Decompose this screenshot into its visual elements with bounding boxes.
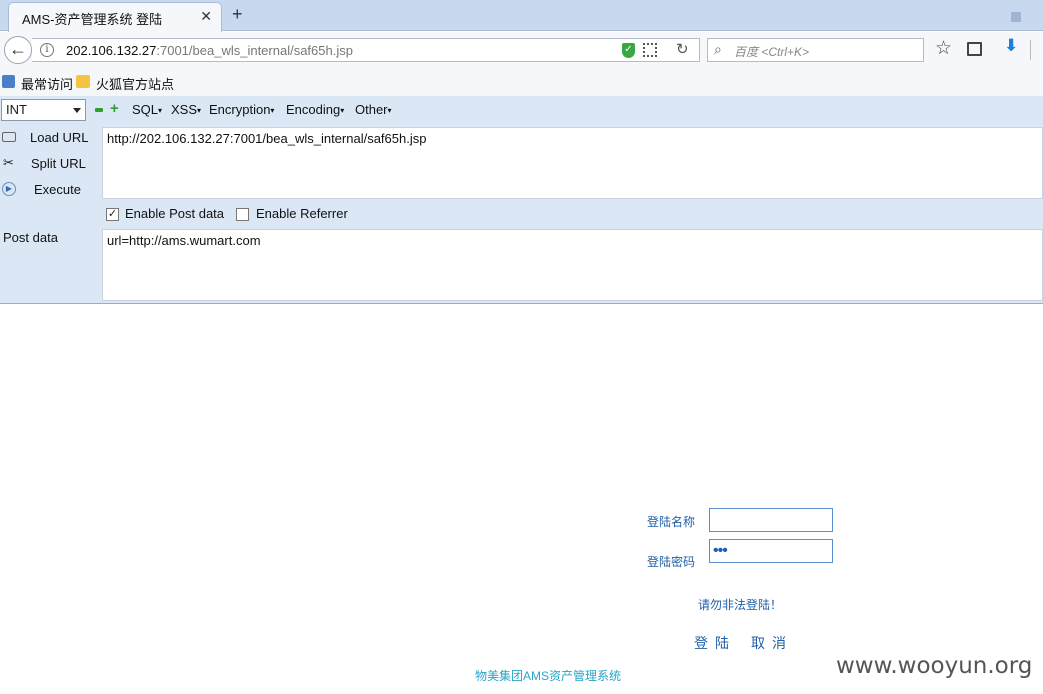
folder-icon: [76, 75, 90, 88]
url-bar[interactable]: i 202.106.132.27:7001/bea_wls_internal/s…: [32, 38, 700, 62]
tab-active[interactable]: AMS-资产管理系统 登陆 ✕: [8, 2, 222, 32]
load-url-icon: [2, 132, 16, 142]
password-input[interactable]: •••: [709, 539, 833, 563]
password-label: 登陆密码: [647, 555, 696, 569]
menu-encoding[interactable]: Encoding▾: [286, 102, 344, 117]
menu-other[interactable]: Other▾: [355, 102, 392, 117]
username-label: 登陆名称: [647, 515, 696, 529]
caret-down-icon: ▾: [270, 106, 275, 116]
menu-label: Other: [355, 102, 388, 117]
hackbar-toolbar: INT + SQL▾ XSS▾ Encryption▾ Encoding▾ Ot…: [0, 96, 1043, 126]
url-text[interactable]: 202.106.132.27:7001/bea_wls_internal/saf…: [66, 43, 353, 58]
bookmark-most-visited[interactable]: 最常访问: [21, 74, 73, 93]
caret-down-icon: ▾: [197, 106, 202, 116]
scissors-icon: ✂: [3, 155, 14, 170]
new-tab-icon[interactable]: +: [232, 4, 243, 24]
post-data-label: Post data: [3, 230, 58, 245]
minus-icon[interactable]: [95, 108, 103, 112]
window-control-icon[interactable]: [1011, 12, 1021, 22]
qr-code-icon[interactable]: [643, 43, 657, 57]
watermark: www.wooyun.org: [836, 653, 1033, 679]
menu-xss[interactable]: XSS▾: [171, 102, 201, 117]
navigation-bar: i 202.106.132.27:7001/bea_wls_internal/s…: [0, 32, 1043, 68]
tab-title: AMS-资产管理系统 登陆: [22, 12, 163, 27]
menu-sql[interactable]: SQL▾: [132, 102, 162, 117]
reload-icon[interactable]: ↻: [676, 40, 689, 58]
post-data-textarea[interactable]: url=http://ams.wumart.com: [102, 229, 1043, 301]
footer-text: 物美集团AMS资产管理系统: [475, 669, 622, 683]
toolbar-divider: [1030, 40, 1031, 60]
caret-down-icon: ▾: [158, 106, 163, 116]
bookmark-star-icon[interactable]: ☆: [935, 37, 952, 60]
username-input[interactable]: [709, 508, 833, 532]
menu-label: SQL: [132, 102, 159, 117]
enable-post-label[interactable]: Enable Post data: [125, 206, 224, 221]
info-icon[interactable]: i: [40, 43, 54, 57]
int-select-value: INT: [6, 102, 27, 117]
caret-down-icon: ▾: [387, 106, 392, 116]
int-select[interactable]: INT: [1, 99, 86, 121]
url-path: :7001/bea_wls_internal/saf65h.jsp: [156, 43, 353, 58]
menu-encryption[interactable]: Encryption▾: [209, 102, 274, 117]
tab-strip: AMS-资产管理系统 登陆 ✕ +: [0, 0, 1043, 32]
caret-down-icon: ▾: [340, 106, 345, 116]
search-input[interactable]: ⌕ 百度 <Ctrl+K>: [707, 38, 924, 62]
menu-label: Encoding: [286, 102, 341, 117]
back-button[interactable]: ←: [4, 36, 32, 64]
post-options: ✓ Enable Post data Enable Referrer: [102, 206, 502, 224]
download-icon[interactable]: ⬇: [1004, 36, 1018, 56]
login-button[interactable]: 登陆: [694, 633, 736, 653]
execute-button[interactable]: Execute: [34, 182, 81, 197]
url-textarea[interactable]: http://202.106.132.27:7001/bea_wls_inter…: [102, 127, 1043, 199]
tab-close-icon[interactable]: ✕: [200, 8, 212, 25]
enable-referrer-checkbox[interactable]: [236, 208, 249, 221]
split-url-button[interactable]: Split URL: [31, 156, 86, 171]
most-visited-icon: [2, 75, 15, 88]
bookmark-firefox-site[interactable]: 火狐官方站点: [96, 74, 174, 93]
shield-icon[interactable]: ✓: [622, 43, 635, 58]
menu-label: Encryption: [209, 102, 271, 117]
search-placeholder: 百度 <Ctrl+K>: [734, 45, 810, 59]
load-url-button[interactable]: Load URL: [30, 130, 89, 145]
bookmarks-bar: 最常访问 火狐官方站点: [0, 68, 1043, 96]
execute-icon: ▶: [2, 182, 16, 196]
cancel-button[interactable]: 取消: [751, 633, 793, 653]
menu-label: XSS: [171, 102, 198, 117]
warning-text: 请勿非法登陆！: [698, 598, 783, 612]
enable-post-checkbox[interactable]: ✓: [106, 208, 119, 221]
reader-view-icon[interactable]: [967, 42, 982, 56]
search-icon: ⌕: [714, 41, 722, 57]
chevron-down-icon: [73, 108, 81, 113]
password-dots: •••: [713, 542, 728, 559]
url-host: 202.106.132.27: [66, 43, 157, 58]
plus-icon[interactable]: +: [110, 101, 122, 116]
hackbar-panel: Load URL ✂ Split URL ▶ Execute http://20…: [0, 126, 1043, 304]
enable-referrer-label[interactable]: Enable Referrer: [256, 206, 348, 221]
